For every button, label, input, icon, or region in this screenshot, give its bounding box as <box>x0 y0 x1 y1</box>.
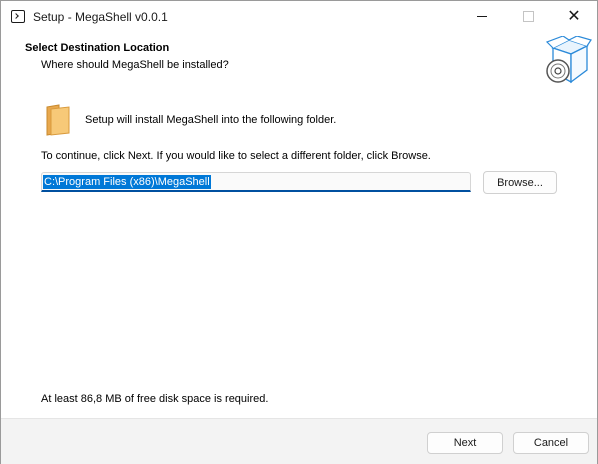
install-info-text: Setup will install MegaShell into the fo… <box>85 114 337 126</box>
page-subtitle: Where should MegaShell be installed? <box>41 59 229 71</box>
wizard-content: Setup will install MegaShell into the fo… <box>1 90 597 418</box>
setup-window: Setup - MegaShell v0.0.1 ✕ Select Destin… <box>0 0 598 464</box>
window-title: Setup - MegaShell v0.0.1 <box>33 10 168 24</box>
disk-space-text: At least 86,8 MB of free disk space is r… <box>41 393 269 405</box>
close-icon: ✕ <box>567 7 581 25</box>
wizard-footer: Next Cancel <box>1 418 597 464</box>
continue-instructions: To continue, click Next. If you would li… <box>41 150 431 162</box>
browse-button[interactable]: Browse... <box>483 171 557 194</box>
destination-path-text[interactable]: C:\Program Files (x86)\MegaShell <box>43 175 211 189</box>
cancel-button[interactable]: Cancel <box>513 432 589 454</box>
next-button[interactable]: Next <box>427 432 503 454</box>
box-disc-icon <box>545 36 592 84</box>
page-title: Select Destination Location <box>25 42 170 54</box>
folder-icon <box>46 104 70 136</box>
wizard-header: Select Destination Location Where should… <box>1 32 597 90</box>
maximize-button[interactable] <box>505 1 551 32</box>
title-bar[interactable]: Setup - MegaShell v0.0.1 ✕ <box>1 1 597 32</box>
minimize-button[interactable] <box>459 1 505 32</box>
minimize-icon <box>477 16 487 17</box>
maximize-icon <box>522 11 534 22</box>
close-button[interactable]: ✕ <box>551 1 597 32</box>
terminal-app-icon <box>11 10 25 23</box>
